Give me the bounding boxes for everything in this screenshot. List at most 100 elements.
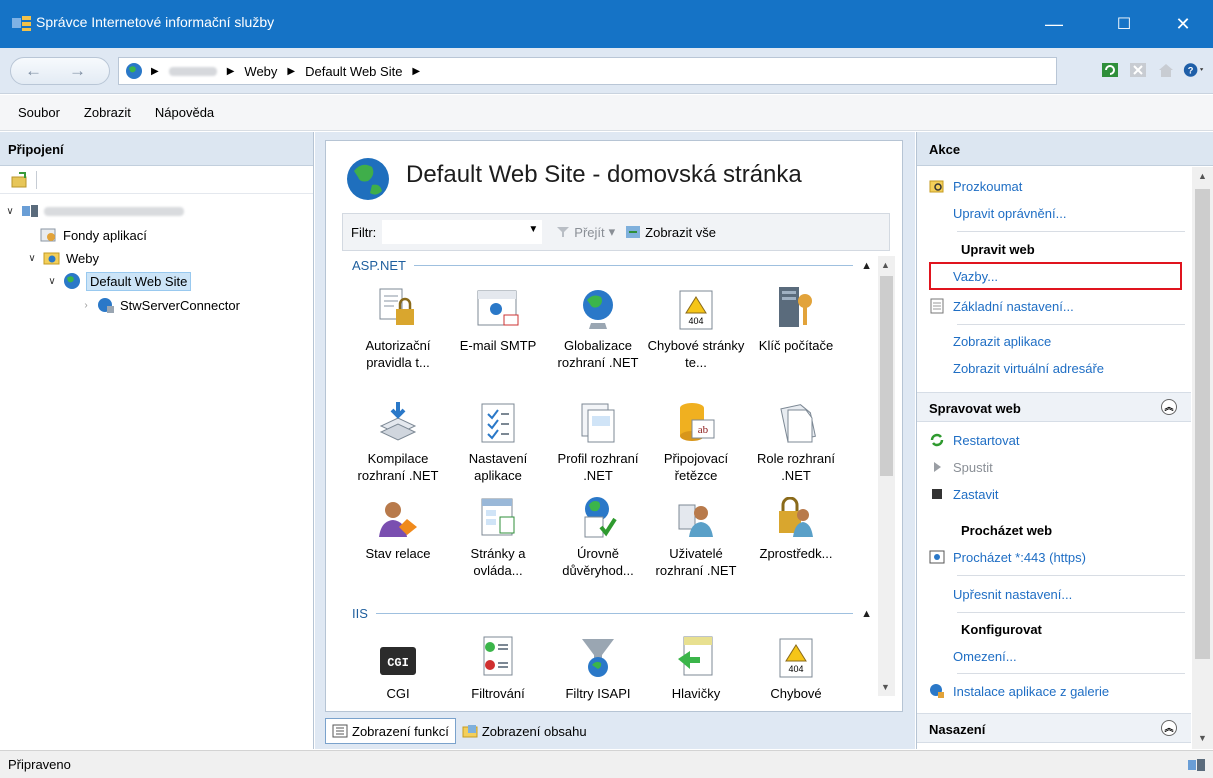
server-icon	[22, 205, 38, 217]
close-button[interactable]: ✕	[1160, 0, 1206, 48]
tree-node-connector[interactable]: › StwServerConnector	[80, 294, 240, 316]
section-manage-site[interactable]: Spravovat web ︽	[917, 392, 1191, 422]
feature-label: Uživatelé rozhraní .NET	[655, 546, 737, 578]
roles-icon	[780, 404, 816, 443]
application-globe-icon	[98, 298, 114, 313]
scrollbar-thumb[interactable]	[880, 276, 893, 476]
crumb-sites[interactable]: Weby	[244, 64, 277, 79]
minimize-button[interactable]: —	[1031, 0, 1077, 48]
address-field[interactable]: ▶ ▶ Weby ▶ Default Web Site ▶	[118, 57, 1057, 85]
show-all-button[interactable]: Zobrazit vše	[625, 225, 716, 240]
crumb-separator: ▶	[287, 65, 296, 77]
collapse-arrow-icon[interactable]: ∨	[4, 206, 16, 217]
feature-error-pages[interactable]: 404 Chybové stránky te...	[644, 281, 748, 371]
action-label: Procházet *:443 (https)	[953, 549, 1086, 565]
error-pages-icon: 404	[679, 290, 713, 330]
feature-connection-strings[interactable]: ab Připojovací řetězce	[644, 394, 748, 484]
menu-view[interactable]: Zobrazit	[84, 105, 131, 120]
action-install-gallery[interactable]: Instalace aplikace z galerie	[929, 680, 1109, 702]
feature-isapi-filters[interactable]: Filtry ISAPI	[546, 629, 650, 702]
feature-users[interactable]: Uživatelé rozhraní .NET	[644, 489, 748, 579]
feature-label: Klíč počítače	[758, 338, 834, 353]
tree-node-sites[interactable]: ∨ Weby	[26, 247, 99, 269]
divider	[957, 612, 1185, 613]
features-scrollbar[interactable]: ▲ ▼	[878, 256, 895, 696]
action-restart[interactable]: Restartovat	[929, 429, 1019, 451]
menu-help[interactable]: Nápověda	[155, 105, 214, 120]
action-edit-permissions[interactable]: Upravit oprávnění...	[929, 202, 1066, 224]
connection-strings-icon: ab	[680, 403, 715, 441]
group-header-iis[interactable]: IIS ▲	[352, 606, 872, 621]
action-browse-443[interactable]: Procházet *:443 (https)	[929, 546, 1086, 568]
back-arrow-icon[interactable]: ←	[25, 61, 42, 81]
feature-machine-key[interactable]: Klíč počítače	[744, 281, 848, 354]
action-advanced-settings[interactable]: Upřesnit nastavení...	[929, 583, 1072, 605]
main-panel: Default Web Site - domovská stránka Filt…	[315, 132, 915, 749]
feature-pages-controls[interactable]: Stránky a ovláda...	[446, 489, 550, 579]
maximize-button[interactable]: ☐	[1101, 0, 1147, 48]
scrollbar-thumb[interactable]	[1195, 189, 1210, 659]
tab-content-view[interactable]: Zobrazení obsahu	[456, 718, 593, 744]
feature-label: Filtrování	[471, 686, 525, 701]
forward-arrow-icon[interactable]: →	[69, 61, 86, 81]
authorization-rules-icon	[379, 288, 414, 325]
stop-icon[interactable]	[1127, 60, 1149, 80]
scroll-up-icon[interactable]: ▲	[881, 260, 890, 270]
action-label: Zobrazit aplikace	[953, 333, 1052, 349]
collapse-arrow-icon[interactable]: ∨	[26, 253, 38, 264]
help-icon[interactable]: ?	[1183, 60, 1205, 80]
filter-input[interactable]: ▼	[382, 220, 543, 244]
dropdown-arrow-icon[interactable]: ▼	[528, 224, 538, 235]
section-title: Spravovat web	[929, 401, 1021, 416]
connections-toolbar	[0, 166, 313, 194]
collapse-icon[interactable]: ▲	[861, 608, 872, 620]
action-basic-settings[interactable]: Základní nastavení...	[929, 295, 1074, 317]
refresh-icon[interactable]	[1099, 60, 1121, 80]
feature-trust-levels[interactable]: Úrovně důvěryhod...	[546, 489, 650, 579]
action-view-apps[interactable]: Zobrazit aplikace	[929, 330, 1051, 352]
action-label: Omezení...	[953, 648, 1017, 664]
tree-node-default-site[interactable]: ∨ Default Web Site	[46, 270, 192, 292]
feature-request-filtering[interactable]: Filtrování	[446, 629, 550, 702]
feature-iis-error-pages[interactable]: 404 Chybové	[744, 629, 848, 702]
group-header-aspnet[interactable]: ASP.NET ▲	[352, 258, 872, 273]
feature-label: Hlavičky	[671, 686, 721, 701]
collapse-chevron-icon[interactable]: ︽	[1161, 399, 1177, 415]
section-deployment[interactable]: Nasazení ︽	[917, 713, 1191, 743]
feature-app-settings[interactable]: Nastavení aplikace	[446, 394, 550, 484]
new-connection-icon[interactable]	[10, 171, 30, 189]
go-button[interactable]: Přejít ▾	[556, 224, 615, 240]
home-icon[interactable]	[1155, 60, 1177, 80]
feature-session-state[interactable]: Stav relace	[346, 489, 450, 562]
menu-file[interactable]: Soubor	[18, 105, 60, 120]
action-start[interactable]: Spustit	[929, 456, 993, 478]
scroll-down-icon[interactable]: ▼	[881, 682, 890, 692]
scroll-down-icon[interactable]: ▼	[1198, 733, 1207, 743]
scroll-up-icon[interactable]: ▲	[1198, 171, 1207, 181]
collapse-icon[interactable]: ▲	[861, 260, 872, 272]
action-stop[interactable]: Zastavit	[929, 483, 999, 505]
feature-profile[interactable]: Profil rozhraní .NET	[546, 394, 650, 484]
tree-node-app-pools[interactable]: Fondy aplikací	[40, 224, 147, 246]
feature-providers[interactable]: Zprostředk...	[744, 489, 848, 562]
crumb-default-site[interactable]: Default Web Site	[305, 64, 402, 79]
tab-features-view[interactable]: Zobrazení funkcí	[325, 718, 456, 744]
expand-arrow-icon[interactable]: ›	[80, 300, 92, 311]
actions-scrollbar[interactable]: ▲ ▼	[1192, 167, 1213, 749]
feature-compilation[interactable]: Kompilace rozhraní .NET	[346, 394, 450, 484]
tree-node-server[interactable]: ∨	[4, 200, 184, 222]
action-view-vdirs[interactable]: Zobrazit virtuální adresáře	[929, 357, 1104, 379]
collapse-arrow-icon[interactable]: ∨	[46, 276, 58, 287]
group-label-iis: IIS	[352, 606, 368, 621]
collapse-chevron-icon[interactable]: ︽	[1161, 720, 1177, 736]
feature-cgi[interactable]: CGI CGI	[346, 629, 450, 702]
action-explore[interactable]: Prozkoumat	[929, 175, 1022, 197]
feature-roles[interactable]: Role rozhraní .NET	[744, 394, 848, 484]
feature-authorization-rules[interactable]: Autorizační pravidla t...	[346, 281, 450, 371]
feature-http-headers[interactable]: Hlavičky	[644, 629, 748, 702]
feature-smtp-email[interactable]: E-mail SMTP	[446, 281, 550, 354]
divider	[957, 575, 1185, 576]
toolbar-icons: ?	[1099, 60, 1205, 80]
action-limits[interactable]: Omezení...	[929, 645, 1017, 667]
feature-globalization[interactable]: Globalizace rozhraní .NET	[546, 281, 650, 371]
